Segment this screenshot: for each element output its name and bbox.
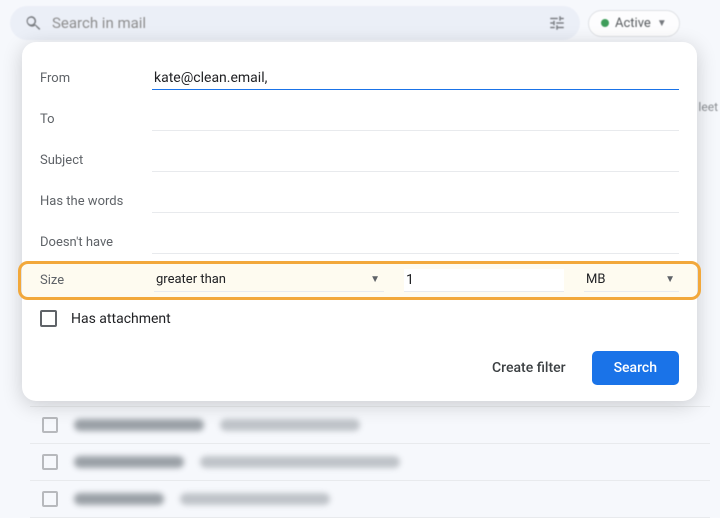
search-button[interactable]: Search (592, 351, 679, 385)
preview-blur (220, 419, 360, 431)
chevron-down-icon: ▼ (665, 274, 675, 285)
has-attachment-row[interactable]: Has attachment (40, 298, 679, 333)
to-row: To (40, 99, 679, 140)
top-bar: Active ▼ (0, 0, 720, 46)
to-label: To (40, 112, 152, 127)
sender-blur (74, 493, 164, 505)
preview-blur (180, 493, 330, 505)
size-comparator-value: greater than (156, 272, 226, 287)
preview-blur (200, 456, 400, 468)
size-value-input[interactable] (404, 269, 564, 292)
status-label: Active (615, 16, 651, 31)
subject-row: Subject (40, 140, 679, 181)
tune-icon[interactable] (548, 14, 566, 32)
has-attachment-label: Has attachment (71, 311, 171, 327)
has-words-label: Has the words (40, 194, 152, 209)
doesnt-have-label: Doesn't have (40, 235, 152, 250)
size-unit-value: MB (586, 272, 605, 287)
doesnt-have-input[interactable] (152, 231, 679, 254)
sender-blur (74, 419, 204, 431)
create-filter-button[interactable]: Create filter (482, 351, 576, 385)
search-filter-modal: From To Subject Has the words Doesn't ha… (22, 42, 697, 401)
from-label: From (40, 71, 152, 86)
has-words-input[interactable] (152, 190, 679, 213)
doesnt-have-row: Doesn't have (40, 222, 679, 263)
to-input[interactable] (152, 108, 679, 131)
from-input[interactable] (152, 67, 679, 90)
search-icon (24, 14, 42, 32)
modal-actions: Create filter Search (40, 333, 679, 385)
row-checkbox[interactable] (42, 417, 58, 433)
status-dot-icon (601, 19, 609, 27)
mail-row[interactable] (30, 444, 710, 481)
row-checkbox[interactable] (42, 454, 58, 470)
search-input[interactable] (52, 14, 548, 32)
size-comparator-select[interactable]: greater than ▼ (154, 269, 384, 292)
search-box[interactable] (10, 6, 580, 40)
sender-blur (74, 456, 184, 468)
status-pill[interactable]: Active ▼ (588, 10, 680, 37)
chevron-down-icon: ▼ (370, 274, 380, 285)
size-row-highlight: Size greater than ▼ MB ▼ (22, 263, 697, 298)
subject-input[interactable] (152, 149, 679, 172)
size-label: Size (40, 273, 146, 288)
size-row: Size greater than ▼ MB ▼ (40, 269, 679, 292)
mail-row[interactable] (30, 481, 710, 518)
has-attachment-checkbox[interactable] (40, 310, 57, 327)
from-row: From (40, 58, 679, 99)
mail-row[interactable] (30, 407, 710, 444)
chevron-down-icon: ▼ (657, 18, 667, 29)
side-text: leet (698, 100, 720, 114)
size-unit-select[interactable]: MB ▼ (584, 269, 679, 292)
has-words-row: Has the words (40, 181, 679, 222)
subject-label: Subject (40, 153, 152, 168)
